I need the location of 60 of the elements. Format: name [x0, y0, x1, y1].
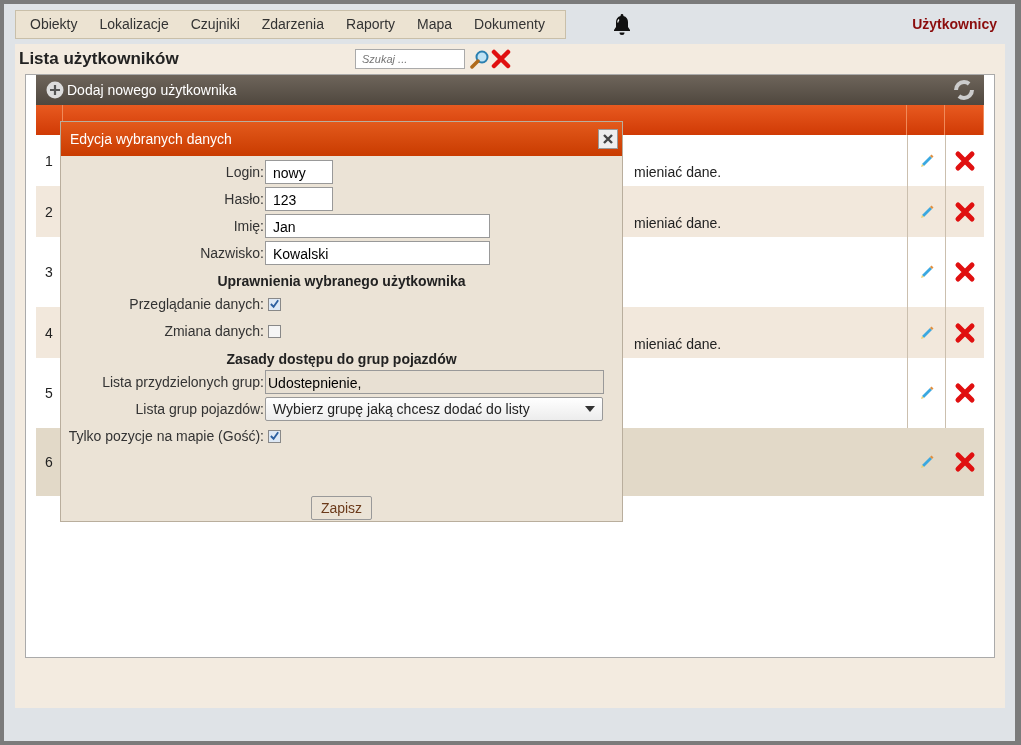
row-description: mieniać dane.: [634, 164, 722, 180]
row-number: 4: [45, 324, 53, 341]
text-field[interactable]: 123: [265, 187, 333, 211]
caret-icon: [585, 406, 595, 412]
delete-icon[interactable]: [954, 200, 976, 223]
users-link[interactable]: Użytkownicy: [912, 16, 997, 32]
search-icon[interactable]: [470, 49, 490, 69]
refresh-icon[interactable]: [954, 80, 974, 100]
text-field[interactable]: Jan: [265, 214, 490, 238]
pencil-icon[interactable]: [918, 385, 935, 401]
group-dropdown[interactable]: Wybierz grupę jaką chcesz dodać do listy: [265, 397, 603, 421]
menu-item[interactable]: Czujniki: [182, 16, 254, 32]
delete-icon[interactable]: [954, 451, 976, 473]
close-button[interactable]: [598, 129, 618, 149]
field-label: Hasło:: [223, 191, 265, 207]
field-label: Imię:: [232, 218, 265, 234]
close-icon: [602, 133, 614, 145]
pencil-icon[interactable]: [918, 152, 935, 169]
text-field[interactable]: nowy: [265, 160, 333, 184]
delete-icon[interactable]: [954, 382, 976, 404]
pencil-icon[interactable]: [918, 203, 935, 220]
text-field[interactable]: Udostepnienie,: [265, 370, 604, 394]
section-heading: Zasady dostępu do grup pojazdów: [225, 351, 458, 367]
menu-item[interactable]: Mapa: [409, 16, 467, 32]
delete-icon[interactable]: [954, 321, 976, 344]
field-label: Zmiana danych:: [163, 323, 265, 339]
row-number: 6: [45, 454, 53, 470]
save-button[interactable]: Zapisz: [310, 496, 373, 520]
menu-item[interactable]: Raporty: [338, 16, 410, 32]
pencil-icon[interactable]: [918, 324, 935, 341]
pencil-icon[interactable]: [918, 264, 935, 280]
add-user-button[interactable]: Dodaj nowego użytkownika: [46, 81, 237, 99]
checkbox[interactable]: [268, 297, 281, 311]
checkbox[interactable]: [268, 324, 281, 338]
row-number: 5: [45, 385, 53, 401]
dialog-title: Edycja wybranych danych: [70, 131, 232, 147]
row-number: 1: [45, 152, 53, 169]
checkbox[interactable]: [268, 429, 281, 443]
field-label: Przeglądanie danych:: [128, 296, 265, 312]
field-label: Lista przydzielonych grup:: [101, 374, 265, 390]
field-label: Login:: [224, 164, 265, 180]
row-description: mieniać dane.: [634, 336, 722, 352]
field-label: Nazwisko:: [199, 245, 265, 261]
menu-item[interactable]: Lokalizacje: [91, 16, 183, 32]
delete-icon[interactable]: [954, 261, 976, 283]
plus-icon: [46, 81, 64, 99]
row-number: 2: [45, 203, 53, 220]
clear-icon[interactable]: [491, 49, 511, 69]
text-field[interactable]: Kowalski: [265, 241, 490, 265]
page-title: Lista użytkowników: [19, 49, 180, 69]
menu-item[interactable]: Obiekty: [22, 16, 92, 32]
field-label: Tylko pozycje na mapie (Gość):: [67, 428, 265, 444]
search-field[interactable]: Szukaj ...: [355, 49, 465, 69]
menu-item[interactable]: Dokumenty: [466, 16, 559, 32]
row-description: mieniać dane.: [634, 215, 722, 231]
delete-icon[interactable]: [954, 149, 976, 172]
section-heading: Uprawnienia wybranego użytkownika: [216, 273, 467, 289]
menu-item[interactable]: Zdarzenia: [253, 16, 338, 32]
field-label: Lista grup pojazdów:: [134, 401, 265, 417]
row-number: 3: [45, 264, 53, 280]
